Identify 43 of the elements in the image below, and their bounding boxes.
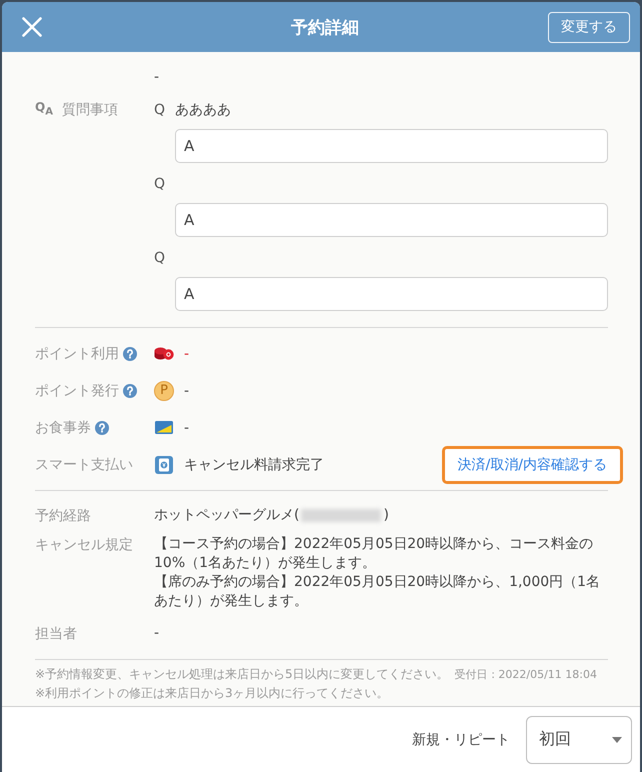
policy-text: 【席のみ予約の場合】2022年05月05日20時以降から、1,000円（1名あたり）が発生します。	[154, 573, 602, 611]
field-value: -	[154, 624, 160, 643]
memo-value: -	[154, 68, 160, 87]
route-value-end: )	[383, 506, 389, 525]
qa-icon: Q$_{A}$	[35, 97, 58, 123]
close-button[interactable]	[20, 15, 44, 39]
caret-icon	[612, 736, 622, 742]
ticket-card-icon	[155, 421, 173, 434]
field-label: 担当者	[35, 624, 77, 644]
question-mark: Q	[154, 101, 166, 120]
help-icon[interactable]	[123, 346, 137, 360]
phone-coin-icon	[155, 456, 173, 474]
received-date: 受付日 : 2022/05/11 18:04	[454, 667, 597, 683]
footer-label: 新規・リピート	[412, 730, 510, 748]
question-mark: Q	[154, 249, 166, 268]
point-coin-icon: P	[154, 380, 174, 400]
question-text: ああああ	[175, 101, 232, 120]
question-mark: Q	[154, 175, 166, 194]
route-value: ホットペッパーグルメ(	[154, 506, 300, 525]
note-text: ※予約情報変更、キャンセル処理は来店日から5日以内に変更してください。	[35, 666, 449, 683]
field-value: -	[184, 344, 190, 364]
answer-field[interactable]: A	[175, 277, 608, 311]
coin-stack-icon	[154, 347, 174, 360]
payment-action-button[interactable]: 決済/取消/内容確認する	[442, 446, 623, 484]
field-label: お食事券	[35, 418, 91, 438]
field-value: -	[184, 382, 190, 400]
close-icon	[22, 17, 42, 37]
answer-field[interactable]: A	[175, 129, 608, 163]
field-label: ポイント発行	[35, 382, 119, 400]
dialog-title: 予約詳細	[291, 16, 359, 38]
note-text: ※利用ポイントの修正は来店日から3ヶ月以内に行ってください。	[35, 685, 389, 702]
field-value: -	[184, 418, 190, 438]
policy-text: 【コース予約の場合】2022年05月05日20時以降から、コース料金の10%（1名あたり）が発生します。	[154, 535, 594, 573]
answer-field[interactable]: A	[175, 203, 608, 237]
field-label: ポイント利用	[35, 344, 119, 364]
help-icon[interactable]	[95, 420, 109, 434]
field-label: キャンセル規定	[35, 536, 133, 554]
field-value: キャンセル料請求完了	[184, 456, 324, 475]
field-label: 質問事項	[62, 101, 118, 120]
help-icon[interactable]	[123, 384, 137, 398]
field-label: スマート支払い	[35, 456, 133, 475]
field-label: 予約経路	[35, 506, 91, 526]
visit-type-select[interactable]: 初回	[526, 716, 632, 764]
